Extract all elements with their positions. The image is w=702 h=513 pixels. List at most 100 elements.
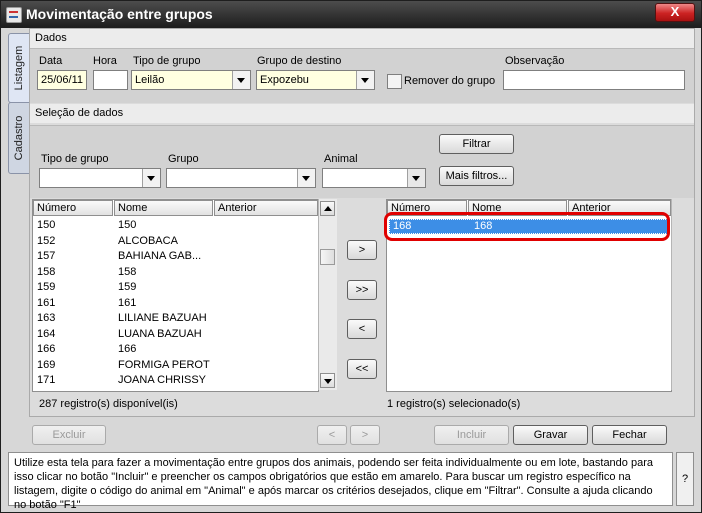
table-row[interactable]: 163 LILIANE BAZUAH xyxy=(33,311,318,326)
table-row[interactable]: 166 166 xyxy=(33,342,318,357)
incluir-button[interactable]: Incluir xyxy=(434,425,509,445)
row-nome: LILIANE BAZUAH xyxy=(118,312,207,324)
col-numero-header[interactable]: Número xyxy=(33,200,113,216)
row-numero: 171 xyxy=(37,374,56,386)
data-label: Data xyxy=(39,55,63,67)
add-all-button[interactable]: >> xyxy=(347,280,377,300)
chevron-down-icon[interactable] xyxy=(232,71,250,89)
tipo-grupo-label: Tipo de grupo xyxy=(133,55,201,67)
prev-button[interactable]: < xyxy=(317,425,347,445)
table-row[interactable]: 152 ALCOBACA xyxy=(33,234,318,249)
row-nome: 158 xyxy=(118,265,137,278)
window-title: Movimentação entre grupos xyxy=(26,6,213,22)
chevron-down-icon[interactable] xyxy=(297,169,315,187)
remover-checkbox[interactable] xyxy=(387,74,402,89)
tab-listagem-label: Listagem xyxy=(13,45,25,91)
chevron-down-icon[interactable] xyxy=(142,169,160,187)
tab-cadastro-label: Cadastro xyxy=(13,115,25,161)
animal-field[interactable] xyxy=(322,168,426,188)
animal-label: Animal xyxy=(324,153,358,165)
grupo-destino-value: Expozebu xyxy=(260,74,309,86)
table-row[interactable]: 169 FORMIGA PEROT xyxy=(33,358,318,373)
remove-all-button[interactable]: << xyxy=(347,359,377,379)
tab-cadastro[interactable]: Cadastro xyxy=(8,102,30,174)
selected-count: 1 registro(s) selecionado(s) xyxy=(387,398,521,410)
scroll-down-icon[interactable] xyxy=(320,373,335,388)
selected-scrollbar[interactable] xyxy=(671,199,692,390)
scroll-up-icon[interactable] xyxy=(320,201,335,216)
excluir-button[interactable]: Excluir xyxy=(32,425,106,445)
help-text: Utilize esta tela para fazer a movimenta… xyxy=(8,452,673,511)
col-nome-header[interactable]: Nome xyxy=(114,200,213,216)
row-numero: 169 xyxy=(37,358,56,371)
tipo-grupo-select[interactable]: Leilão xyxy=(131,70,251,90)
close-button[interactable]: X xyxy=(655,3,695,22)
row-nome: 161 xyxy=(118,296,137,309)
row-nome: 166 xyxy=(118,343,137,355)
row-nome: LUANA BAZUAH xyxy=(118,327,202,340)
gravar-button[interactable]: Gravar xyxy=(513,425,588,445)
row-numero: 157 xyxy=(37,250,56,262)
tipo-grupo-value: Leilão xyxy=(135,74,165,86)
table-row[interactable]: 159 159 xyxy=(33,280,318,295)
row-nome: JOANA CHRISSY xyxy=(118,374,207,386)
available-grid[interactable]: Número Nome Anterior 150 150 152 ALCOBACA 15… xyxy=(32,199,319,392)
table-row[interactable]: 150 150 xyxy=(33,218,318,233)
table-row[interactable]: 172 172 xyxy=(33,389,318,392)
table-row[interactable]: 158 158 xyxy=(33,265,318,280)
animal-lookup-button[interactable] xyxy=(407,169,425,187)
sel-tipo-label: Tipo de grupo xyxy=(41,153,109,165)
table-row[interactable]: 164 LUANA BAZUAH xyxy=(33,327,318,342)
hora-field[interactable] xyxy=(93,70,128,90)
app-icon xyxy=(6,7,22,23)
row-numero: 163 xyxy=(37,312,56,324)
observacao-field[interactable] xyxy=(503,70,685,90)
row-numero: 150 xyxy=(37,219,56,231)
dados-section: Data 25/06/11 Hora Tipo de grupo Leilão … xyxy=(30,48,694,103)
remover-label: Remover do grupo xyxy=(404,75,496,87)
row-numero: 166 xyxy=(37,343,56,355)
available-scrollbar[interactable] xyxy=(318,199,337,390)
row-nome: FORMIGA PEROT xyxy=(118,358,210,371)
add-one-button[interactable]: > xyxy=(347,240,377,260)
sel-grupo-label: Grupo xyxy=(168,153,199,165)
grupo-destino-label: Grupo de destino xyxy=(257,55,342,67)
scroll-thumb[interactable] xyxy=(320,249,335,265)
row-nome: 159 xyxy=(118,281,137,293)
observacao-label: Observação xyxy=(505,55,565,67)
row-numero: 164 xyxy=(37,327,56,340)
dados-header: Dados xyxy=(30,29,694,48)
chevron-down-icon[interactable] xyxy=(356,71,374,89)
action-bar: Excluir < > Incluir Gravar Fechar xyxy=(8,419,694,449)
hora-label: Hora xyxy=(93,55,117,67)
row-numero: 159 xyxy=(37,281,56,293)
title-bar: Movimentação entre grupos X xyxy=(1,1,701,28)
grupo-destino-select[interactable]: Expozebu xyxy=(256,70,375,90)
tab-listagem[interactable]: Listagem xyxy=(8,33,30,103)
selecao-section: Filtrar Tipo de grupo Grupo Animal Mais … xyxy=(30,125,694,198)
fechar-button[interactable]: Fechar xyxy=(592,425,667,445)
table-row[interactable]: 161 161 xyxy=(33,296,318,311)
row-numero: 158 xyxy=(37,265,56,278)
remove-one-button[interactable]: < xyxy=(347,319,377,339)
row-numero: 152 xyxy=(37,234,56,247)
filtrar-button[interactable]: Filtrar xyxy=(439,134,514,154)
row-numero: 172 xyxy=(37,389,55,392)
sel-tipo-select[interactable] xyxy=(39,168,161,188)
mais-filtros-button[interactable]: Mais filtros... xyxy=(439,166,514,186)
row-nome: 172 xyxy=(118,389,136,392)
selecao-header: Seleção de dados xyxy=(30,104,694,123)
help-button[interactable]: ? xyxy=(676,452,694,506)
table-row[interactable]: 157 BAHIANA GAB... xyxy=(33,249,318,264)
data-field[interactable]: 25/06/11 xyxy=(37,70,87,90)
annotation-highlight xyxy=(384,212,670,241)
table-row[interactable]: 171 JOANA CHRISSY xyxy=(33,373,318,388)
main-window: Movimentação entre grupos X Listagem Cad… xyxy=(0,0,702,513)
row-nome: BAHIANA GAB... xyxy=(118,250,202,262)
row-nome: 150 xyxy=(118,219,137,231)
sel-grupo-select[interactable] xyxy=(166,168,316,188)
col-anterior-header[interactable]: Anterior xyxy=(214,200,318,216)
row-nome: ALCOBACA xyxy=(118,234,178,247)
next-button[interactable]: > xyxy=(350,425,380,445)
row-numero: 161 xyxy=(37,296,56,309)
